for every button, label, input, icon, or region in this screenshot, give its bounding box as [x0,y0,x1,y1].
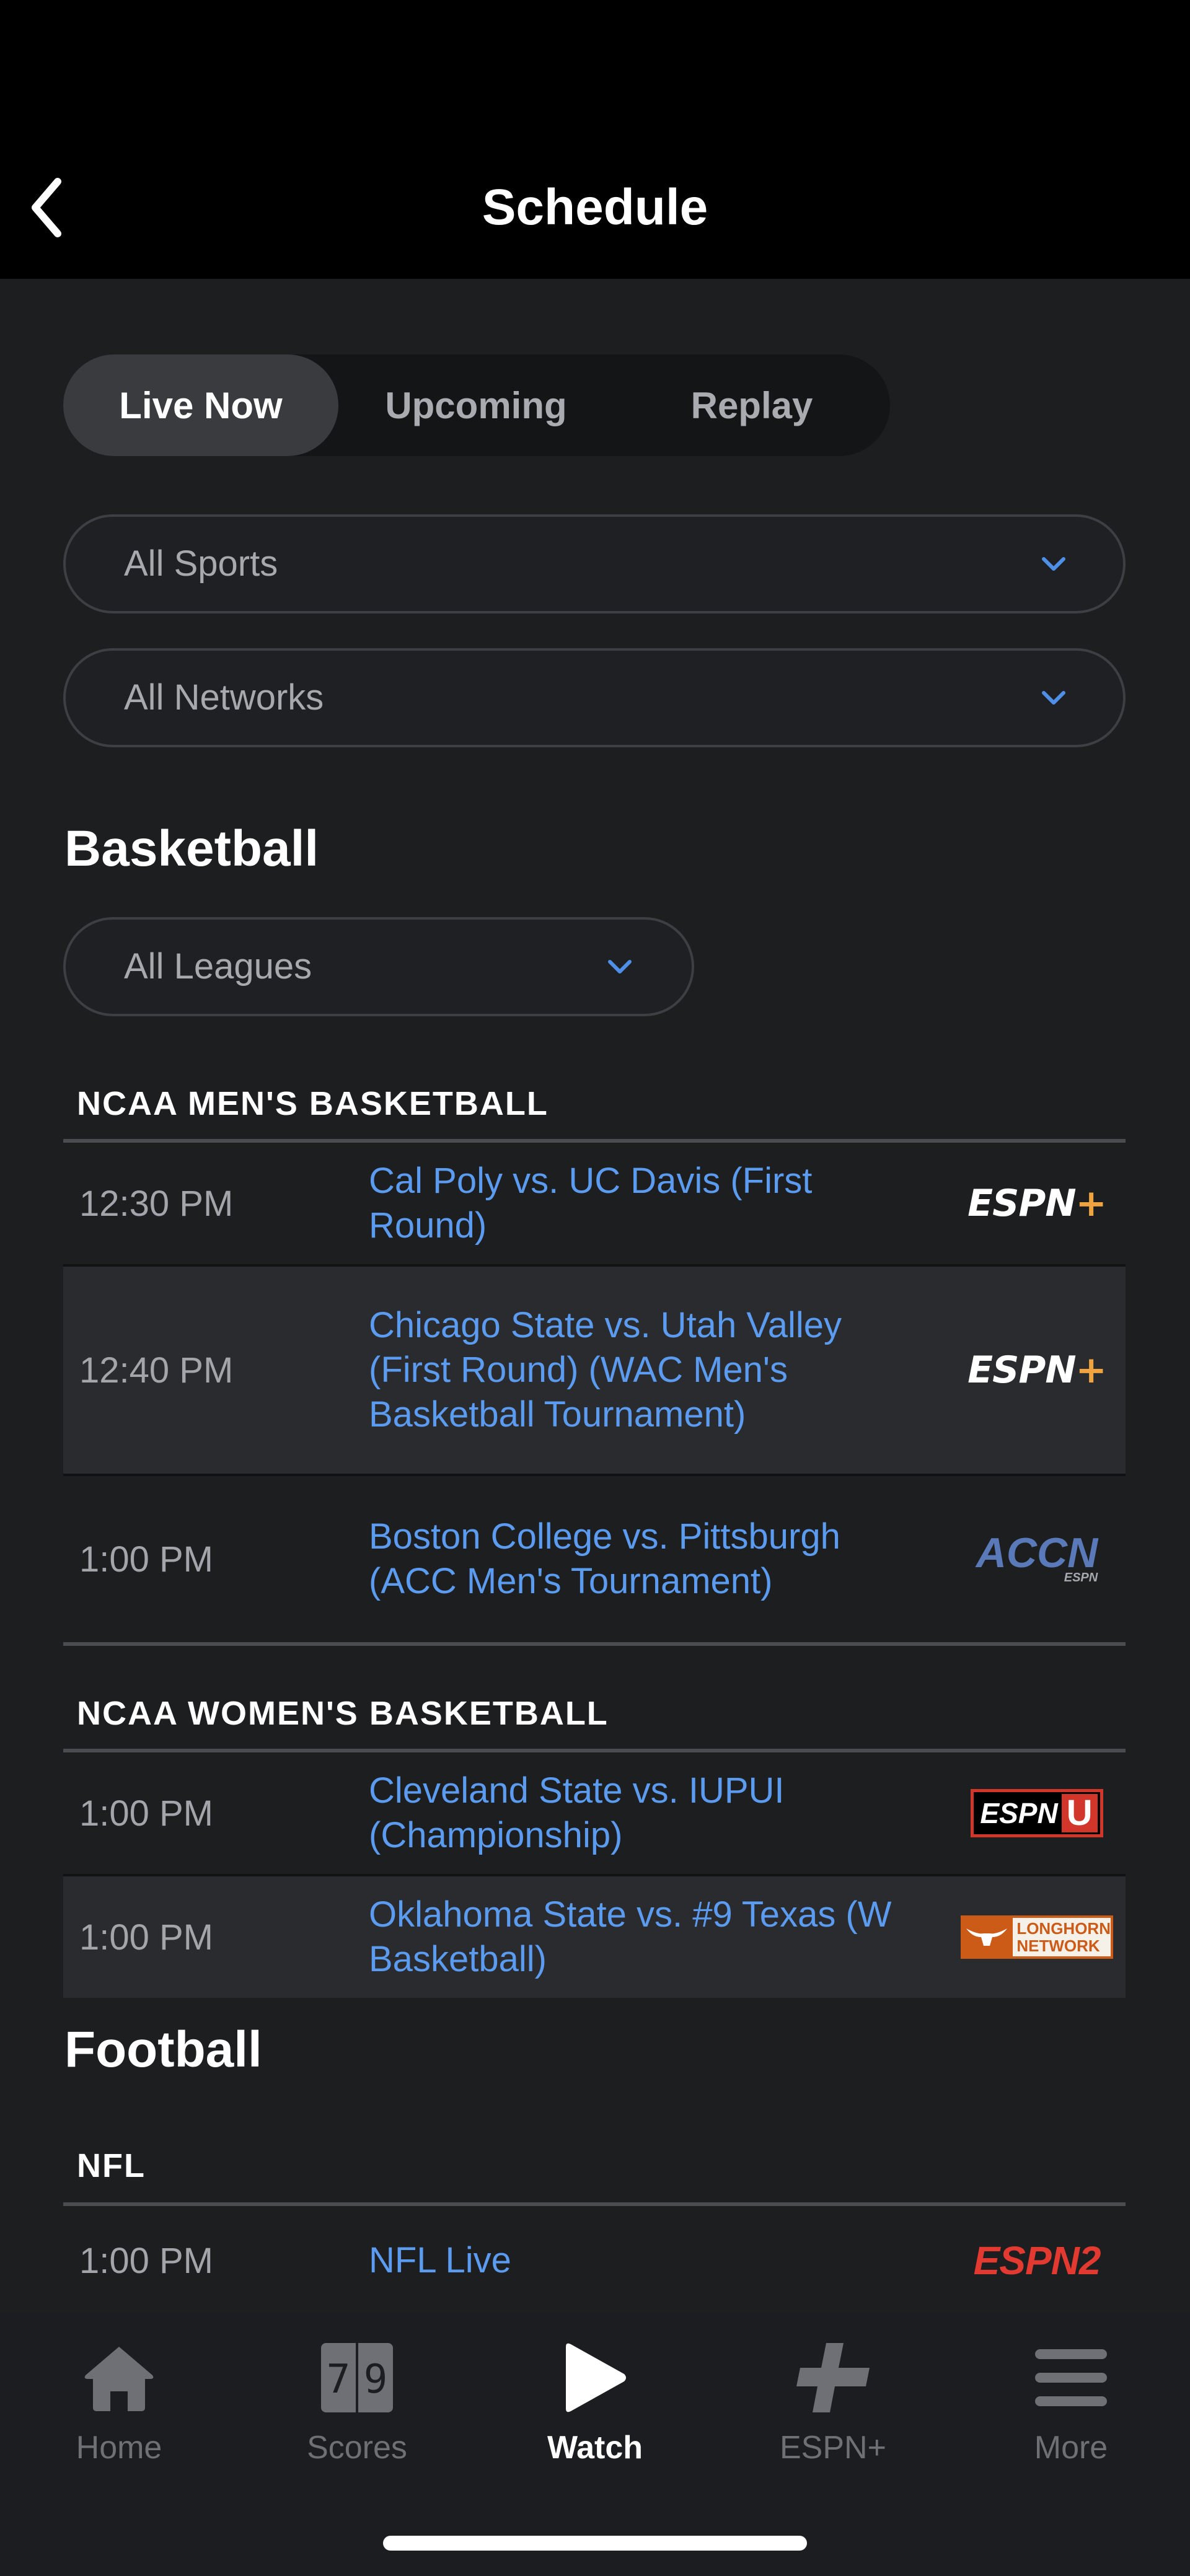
event-time: 1:00 PM [79,1539,213,1580]
schedule-content[interactable]: Live Now Upcoming Replay All Sports All … [0,279,1190,2313]
menu-icon [1035,2349,1107,2406]
longhorn-network-logo: LONGHORN NETWORK [959,1876,1114,1998]
schedule-filter-segments: Live Now Upcoming Replay [63,354,890,456]
event-title-link[interactable]: Oklahoma State vs. #9 Texas (W Basketbal… [369,1876,914,1998]
tab-live-now[interactable]: Live Now [63,354,338,456]
event-title-link[interactable]: Cleveland State vs. IUPUI (Championship) [369,1752,914,1874]
sports-dropdown[interactable]: All Sports [63,514,1126,613]
espnu-logo: ESPN U [959,1752,1114,1874]
chevron-down-icon [1042,557,1065,571]
leagues-dropdown-label: All Leagues [124,946,312,987]
tab-upcoming[interactable]: Upcoming [338,354,614,456]
league-header-nfl: NFL [77,2147,146,2184]
tab-label: Scores [307,2430,407,2466]
event-title-link[interactable]: Cal Poly vs. UC Davis (First Round) [369,1143,914,1264]
longhorn-icon [966,1928,1008,1946]
home-icon [84,2347,154,2411]
tab-label: ESPN+ [780,2430,886,2466]
event-time: 1:00 PM [79,1793,213,1834]
plus-icon [796,2343,870,2412]
tab-scores[interactable]: 7 9 Scores [238,2337,476,2480]
networks-dropdown[interactable]: All Networks [63,648,1126,747]
networks-dropdown-label: All Networks [124,677,324,718]
chevron-down-icon [1042,691,1065,705]
event-time: 12:30 PM [79,1183,234,1224]
accn-logo: ACCN ESPN [976,1529,1098,1585]
top-bar: Schedule [0,0,1190,279]
section-title-football: Football [64,2021,262,2078]
page-title: Schedule [482,179,708,235]
schedule-row[interactable]: 1:00 PM NFL Live ESPN2 [63,2206,1126,2313]
svg-text:9: 9 [364,2357,388,2402]
sports-dropdown-label: All Sports [124,543,278,584]
scoreboard-icon: 7 9 [321,2343,393,2412]
home-indicator[interactable] [383,2536,807,2551]
schedule-row[interactable]: 12:30 PM Cal Poly vs. UC Davis (First Ro… [63,1143,1126,1264]
leagues-dropdown[interactable]: All Leagues [63,917,694,1016]
tab-more[interactable]: More [952,2337,1190,2480]
schedule-row[interactable]: 1:00 PM Cleveland State vs. IUPUI (Champ… [63,1752,1126,1874]
tab-label: Watch [547,2430,643,2466]
tab-replay[interactable]: Replay [614,354,890,456]
espn-plus-logo: ESPN+ [967,1182,1107,1225]
league-header-ncaa-womens: NCAA WOMEN'S BASKETBALL [77,1695,609,1732]
schedule-row[interactable]: 1:00 PM Oklahoma State vs. #9 Texas (W B… [63,1876,1126,1998]
tab-label: More [1034,2430,1108,2466]
schedule-row[interactable]: 1:00 PM Boston College vs. Pittsburgh (A… [63,1476,1126,1642]
section-title-basketball: Basketball [64,820,319,877]
tab-home[interactable]: Home [0,2337,238,2480]
tab-espn-plus[interactable]: ESPN+ [714,2337,952,2480]
league-header-ncaa-mens: NCAA MEN'S BASKETBALL [77,1085,549,1122]
schedule-row[interactable]: 12:40 PM Chicago State vs. Utah Valley (… [63,1267,1126,1474]
event-time: 12:40 PM [79,1350,234,1391]
svg-text:7: 7 [327,2357,351,2402]
tab-label: Home [76,2430,162,2466]
espn2-logo: ESPN2 [973,2238,1101,2283]
divider [63,1642,1126,1646]
espn-plus-logo: ESPN+ [967,1348,1107,1392]
tab-watch[interactable]: Watch [476,2337,714,2480]
chevron-down-icon [608,960,632,974]
play-icon [566,2343,626,2412]
event-time: 1:00 PM [79,1917,213,1958]
event-title-link[interactable]: NFL Live [369,2206,914,2313]
event-title-link[interactable]: Chicago State vs. Utah Valley (First Rou… [369,1267,914,1474]
event-title-link[interactable]: Boston College vs. Pittsburgh (ACC Men's… [369,1476,914,1642]
event-time: 1:00 PM [79,2240,213,2281]
